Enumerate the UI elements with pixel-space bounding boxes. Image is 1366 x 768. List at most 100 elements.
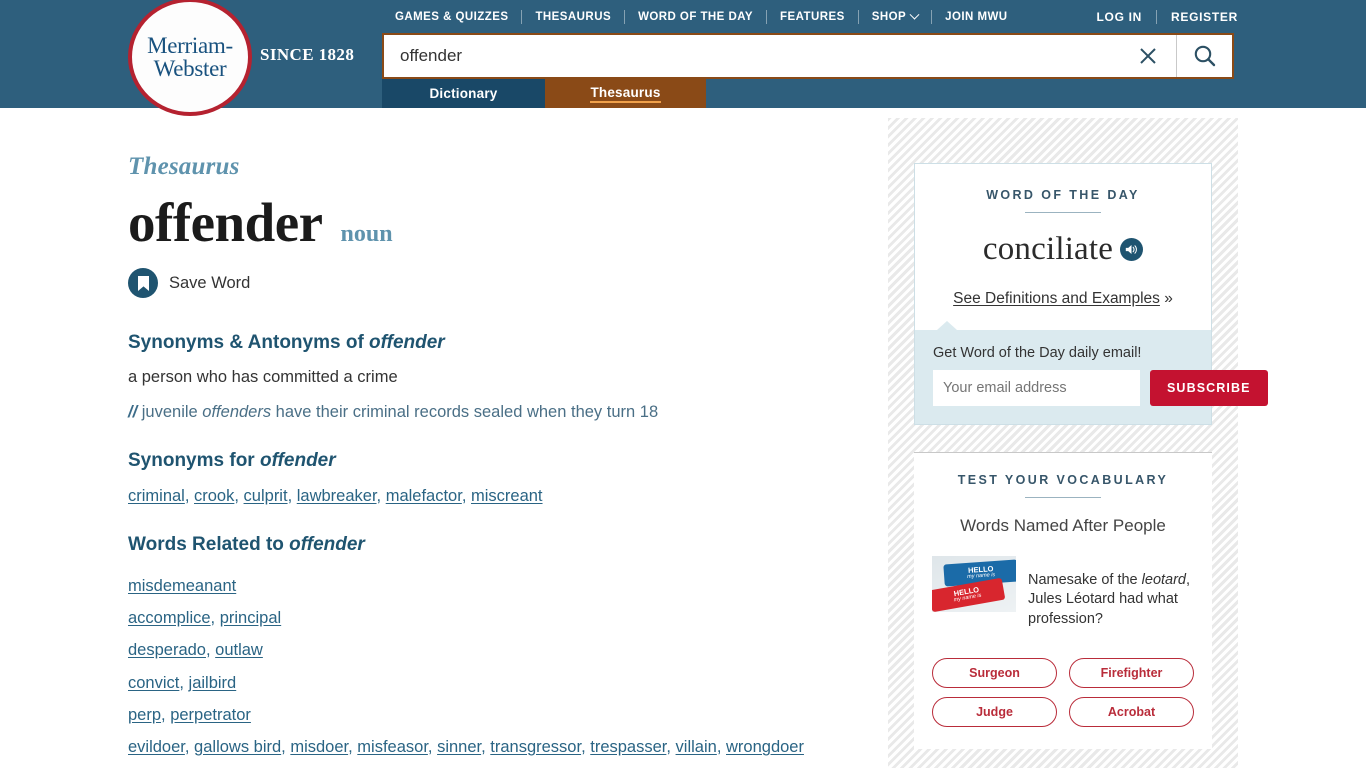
nav-label: SHOP: [871, 11, 907, 23]
nav-features[interactable]: FEATURES: [767, 11, 858, 23]
word-link[interactable]: desperado: [128, 641, 206, 659]
word-link[interactable]: misdoer: [290, 738, 348, 756]
headword-row: offender noun: [128, 195, 848, 250]
part-of-speech: noun: [340, 221, 393, 247]
quiz-option-acrobat[interactable]: Acrobat: [1069, 696, 1194, 727]
example-marker: //: [128, 403, 138, 421]
related-heading-prefix: Words Related to: [128, 534, 290, 556]
quiz-option-firefighter[interactable]: Firefighter: [1069, 657, 1194, 688]
word-link[interactable]: misdemeanant: [128, 577, 236, 595]
word-link[interactable]: outlaw: [215, 641, 263, 659]
word-link[interactable]: principal: [220, 609, 281, 627]
word-link[interactable]: sinner: [437, 738, 481, 756]
word-separator: ,: [716, 737, 726, 756]
word-separator: ,: [348, 737, 358, 756]
synonyms-heading: Synonyms for offender: [128, 450, 848, 472]
entry-main-content: Thesaurus offender noun Save Word Synony…: [128, 108, 888, 763]
syn-ant-heading-prefix: Synonyms & Antonyms of: [128, 332, 370, 353]
tab-label: Dictionary: [429, 86, 498, 101]
subscribe-button[interactable]: SUBSCRIBE: [1150, 370, 1268, 406]
speaker-audio-icon[interactable]: [1120, 238, 1144, 261]
word-separator: ,: [281, 737, 291, 756]
word-link[interactable]: misfeasor: [357, 738, 428, 756]
word-separator: ,: [376, 487, 386, 505]
example-after: have their criminal records sealed when …: [271, 403, 659, 421]
word-link[interactable]: wrongdoer: [726, 738, 804, 756]
wotd-subscribe-section: Get Word of the Day daily email! SUBSCRI…: [915, 321, 1268, 424]
word-link[interactable]: malefactor: [386, 487, 462, 505]
nav-label: JOIN MWU: [945, 11, 1008, 23]
word-link[interactable]: culprit: [244, 487, 288, 505]
synonyms-list: criminal, crook, culprit, lawbreaker, ma…: [128, 485, 848, 508]
chevron-down-icon: [909, 9, 920, 20]
bookmark-icon: [128, 268, 158, 298]
nav-join-mwu[interactable]: JOIN MWU: [932, 11, 1020, 23]
tab-dictionary[interactable]: Dictionary: [382, 79, 545, 108]
word-link[interactable]: villain: [676, 738, 717, 756]
sense-definition: a person who has committed a crime: [128, 368, 398, 386]
quiz-q-italic: leotard: [1141, 571, 1186, 588]
related-words-heading: Words Related to offender: [128, 534, 848, 556]
word-separator: ,: [427, 737, 438, 756]
page-title: offender: [128, 192, 323, 253]
save-word-button[interactable]: Save Word: [128, 268, 250, 298]
search-magnifier-icon: [1194, 45, 1215, 67]
related-words-row: desperado, outlaw: [128, 634, 848, 666]
word-link[interactable]: transgressor: [490, 738, 581, 756]
search-submit-button[interactable]: [1176, 35, 1232, 77]
word-of-the-day-word[interactable]: conciliate: [983, 231, 1113, 268]
word-link[interactable]: miscreant: [471, 487, 543, 505]
nav-shop[interactable]: SHOP: [859, 9, 931, 23]
word-link[interactable]: perpetrator: [170, 706, 251, 724]
entry-kicker: Thesaurus: [128, 153, 240, 180]
email-field[interactable]: [933, 370, 1140, 406]
hello-tag-red: HELLO my name is: [932, 577, 1006, 612]
word-link[interactable]: convict: [128, 674, 179, 692]
sidebar: WORD OF THE DAY conciliate See Definitio…: [888, 118, 1268, 768]
word-link[interactable]: jailbird: [189, 674, 237, 692]
nav-word-of-the-day[interactable]: WORD OF THE DAY: [625, 11, 766, 23]
word-of-the-day-word-row: conciliate: [933, 231, 1193, 268]
word-link[interactable]: evildoer: [128, 738, 185, 756]
since-tagline: SINCE 1828: [260, 45, 355, 64]
clear-search-button[interactable]: [1120, 35, 1176, 77]
related-words-rows: misdemeanant accomplice, principal despera…: [128, 570, 848, 763]
logo-line-1: Merriam-: [147, 32, 233, 58]
nav-thesaurus[interactable]: THESAURUS: [522, 11, 624, 23]
example-italic: offenders: [202, 403, 272, 421]
test-your-vocabulary-card: TEST YOUR VOCABULARY Words Named After P…: [914, 452, 1212, 749]
close-x-icon: [1140, 48, 1156, 64]
word-link[interactable]: trespasser: [590, 738, 666, 756]
quiz-title: Words Named After People: [960, 516, 1166, 535]
word-link[interactable]: accomplice: [128, 609, 211, 627]
word-link[interactable]: lawbreaker: [297, 487, 377, 505]
word-link[interactable]: crook: [194, 487, 234, 505]
see-definitions-suffix: »: [1164, 290, 1173, 307]
syn-ant-heading-word: offender: [369, 332, 445, 353]
synonyms-antonyms-heading: Synonyms & Antonyms of offender: [128, 332, 848, 354]
quiz-option-judge[interactable]: Judge: [932, 696, 1057, 727]
nav-label: GAMES & QUIZZES: [395, 11, 509, 23]
see-definitions-text: See Definitions and Examples: [953, 290, 1160, 307]
see-definitions-link[interactable]: See Definitions and Examples »: [953, 290, 1173, 307]
word-link[interactable]: gallows bird: [194, 738, 281, 756]
word-link[interactable]: criminal: [128, 487, 185, 505]
tab-thesaurus[interactable]: Thesaurus: [545, 79, 706, 108]
quiz-question-text: Namesake of the leotard, Jules Léotard h…: [1028, 571, 1194, 630]
merriam-webster-logo-mark[interactable]: Merriam- Webster: [128, 0, 252, 116]
dictionary-thesaurus-tabs: Dictionary Thesaurus: [382, 79, 706, 108]
logo-line-2: Webster: [153, 56, 227, 81]
register-link[interactable]: REGISTER: [1157, 10, 1238, 24]
account-nav: LOG IN REGISTER: [1083, 9, 1239, 25]
nav-games-quizzes[interactable]: GAMES & QUIZZES: [382, 11, 521, 23]
related-words-row: accomplice, principal: [128, 602, 848, 634]
search-input[interactable]: [384, 35, 1120, 77]
word-link[interactable]: perp: [128, 706, 161, 724]
quiz-option-surgeon[interactable]: Surgeon: [932, 657, 1057, 688]
related-words-row: convict, jailbird: [128, 667, 848, 699]
synonyms-heading-word: offender: [259, 450, 336, 471]
word-separator: ,: [287, 487, 297, 505]
nav-label: FEATURES: [780, 11, 845, 23]
nav-label: WORD OF THE DAY: [638, 11, 754, 23]
login-link[interactable]: LOG IN: [1083, 10, 1157, 24]
